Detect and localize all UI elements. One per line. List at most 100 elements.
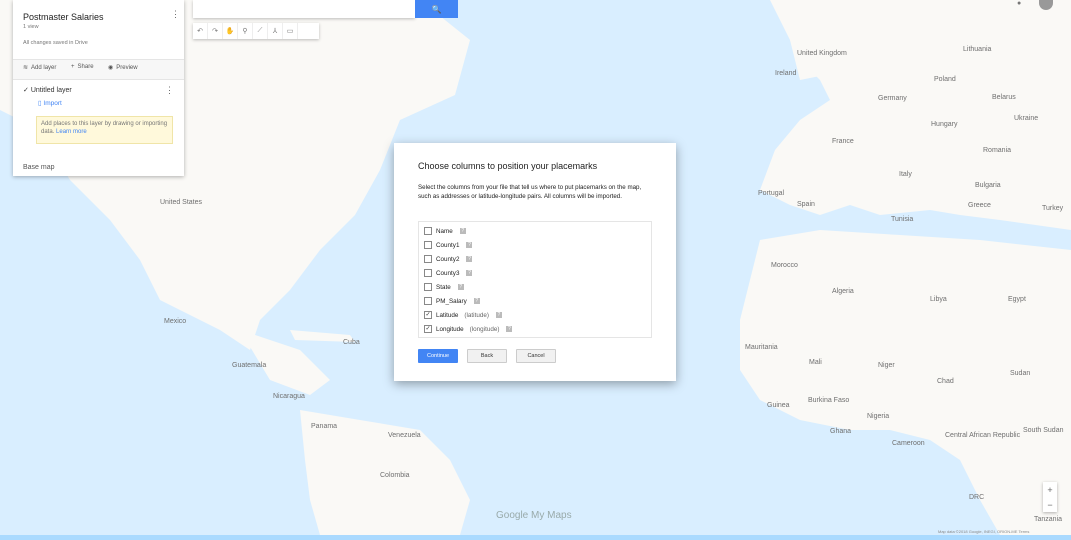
- column-name: County1: [436, 241, 460, 249]
- column-row[interactable]: ✓ Latitude (latitude)?: [424, 309, 502, 321]
- layer-checkbox-icon[interactable]: ✓: [23, 87, 29, 94]
- column-checkbox[interactable]: ✓: [424, 325, 432, 333]
- column-name: Latitude: [436, 311, 459, 319]
- map-label: Mexico: [164, 318, 187, 325]
- map-label: Algeria: [832, 288, 854, 295]
- draw-line-icon[interactable]: ⟋: [253, 23, 268, 39]
- eye-icon: ◉: [108, 65, 114, 71]
- redo-icon[interactable]: ↷: [208, 23, 223, 39]
- map-label: DRC: [969, 494, 985, 501]
- map-label: Venezuela: [388, 432, 421, 439]
- map-label: France: [832, 138, 854, 145]
- zoom-out-button[interactable]: −: [1047, 500, 1052, 510]
- help-icon[interactable]: ?: [457, 284, 464, 290]
- view-count: 1 view: [23, 24, 39, 30]
- learn-more-link[interactable]: Learn more: [56, 129, 87, 135]
- layer-name[interactable]: Untitled layer: [31, 87, 72, 94]
- map-label: Burkina Faso: [808, 397, 850, 404]
- help-icon[interactable]: ?: [466, 270, 473, 276]
- column-type-hint: (latitude): [464, 311, 489, 319]
- column-name: Name: [436, 227, 453, 235]
- map-label: Lithuania: [963, 46, 992, 53]
- map-label: Mali: [809, 359, 822, 366]
- map-label: Mauritania: [745, 344, 778, 351]
- map-label: Ireland: [775, 70, 797, 77]
- help-icon[interactable]: ?: [466, 242, 473, 248]
- map-label: Ukraine: [1014, 115, 1039, 122]
- help-icon[interactable]: ?: [495, 312, 502, 318]
- map-label: Romania: [983, 147, 1012, 154]
- column-row[interactable]: Name?: [424, 225, 466, 237]
- base-map-item[interactable]: Base map: [23, 164, 55, 171]
- map-label: Niger: [878, 362, 895, 369]
- layers-icon: ≋: [23, 65, 29, 71]
- map-label: Poland: [934, 76, 956, 83]
- column-checkbox[interactable]: ✓: [424, 311, 432, 319]
- column-list: Name? County1? County2? County3? State? PM_Sa…: [418, 221, 652, 338]
- apps-icon[interactable]: ●: [1017, 0, 1021, 7]
- column-checkbox[interactable]: [424, 297, 432, 305]
- map-label: Sudan: [1010, 370, 1031, 377]
- map-attribution[interactable]: Map data ©2018 Google, INEGI, ORION-ME T…: [938, 529, 1029, 534]
- column-row[interactable]: PM_Salary?: [424, 295, 480, 307]
- preview-button[interactable]: ◉ Preview: [108, 64, 138, 72]
- undo-icon[interactable]: ↶: [193, 23, 208, 39]
- column-checkbox[interactable]: [424, 227, 432, 235]
- map-label: Hungary: [931, 121, 958, 128]
- column-type-hint: (longitude): [469, 325, 500, 333]
- column-row[interactable]: County1?: [424, 239, 473, 251]
- continue-button[interactable]: Continue: [418, 349, 458, 363]
- map-label: Egypt: [1008, 296, 1026, 303]
- layer-item[interactable]: ✓ Untitled layer: [23, 86, 72, 94]
- search-icon: 🔍: [431, 4, 442, 14]
- share-button[interactable]: + Share: [71, 64, 94, 70]
- column-row[interactable]: State?: [424, 281, 464, 293]
- map-label: Tunisia: [891, 216, 914, 223]
- hand-icon[interactable]: ✋: [223, 23, 238, 39]
- base-map-label: Base map: [23, 164, 55, 171]
- choose-columns-dialog: Choose columns to position your placemar…: [394, 143, 676, 381]
- search-button[interactable]: 🔍: [415, 0, 458, 18]
- map-title[interactable]: Postmaster Salaries: [23, 12, 104, 22]
- add-person-icon: +: [71, 64, 75, 70]
- add-layer-button[interactable]: ≋ Add layer: [23, 64, 56, 72]
- map-label: Cuba: [343, 339, 360, 346]
- map-label: Nicaragua: [273, 393, 305, 400]
- ruler-icon[interactable]: ▭: [283, 23, 298, 39]
- map-label: Tanzania: [1034, 516, 1063, 523]
- map-label: Belarus: [992, 94, 1016, 101]
- panel-toolbar: ≋ Add layer + Share ◉ Preview: [13, 59, 184, 80]
- map-label: Panama: [311, 423, 338, 430]
- help-icon[interactable]: ?: [459, 228, 466, 234]
- column-checkbox[interactable]: [424, 255, 432, 263]
- zoom-in-button[interactable]: +: [1047, 485, 1052, 495]
- preview-label: Preview: [116, 64, 138, 71]
- column-row[interactable]: County2?: [424, 253, 473, 265]
- column-row[interactable]: ✓ Longitude (longitude)?: [424, 323, 513, 335]
- column-checkbox[interactable]: [424, 269, 432, 277]
- column-name: Longitude: [436, 325, 464, 333]
- back-button[interactable]: Back: [467, 349, 507, 363]
- map-label: South Sudan: [1023, 427, 1064, 434]
- search-input[interactable]: [193, 0, 415, 18]
- marker-icon[interactable]: ⚲: [238, 23, 253, 39]
- cancel-button[interactable]: Cancel: [516, 349, 556, 363]
- help-icon[interactable]: ?: [473, 298, 480, 304]
- import-link[interactable]: ▯ Import: [38, 99, 62, 107]
- google-logo: Google My Maps: [496, 510, 572, 521]
- help-icon[interactable]: ?: [506, 326, 513, 332]
- column-row[interactable]: County3?: [424, 267, 473, 279]
- save-status: All changes saved in Drive: [23, 40, 88, 46]
- dialog-description: Select the columns from your file that t…: [418, 184, 642, 201]
- help-icon[interactable]: ?: [466, 256, 473, 262]
- map-label: Nigeria: [867, 413, 890, 420]
- map-options-icon[interactable]: ⋮: [171, 9, 180, 20]
- directions-icon[interactable]: ⅄: [268, 23, 283, 39]
- column-checkbox[interactable]: [424, 283, 432, 291]
- layer-options-icon[interactable]: ⋮: [165, 85, 174, 96]
- column-checkbox[interactable]: [424, 241, 432, 249]
- column-name: State: [436, 283, 451, 291]
- layer-hint: Add places to this layer by drawing or i…: [36, 116, 173, 144]
- map-label: Central African Republic: [945, 432, 1021, 439]
- map-tools-bar: ↶ ↷ ✋ ⚲ ⟋ ⅄ ▭: [193, 23, 319, 39]
